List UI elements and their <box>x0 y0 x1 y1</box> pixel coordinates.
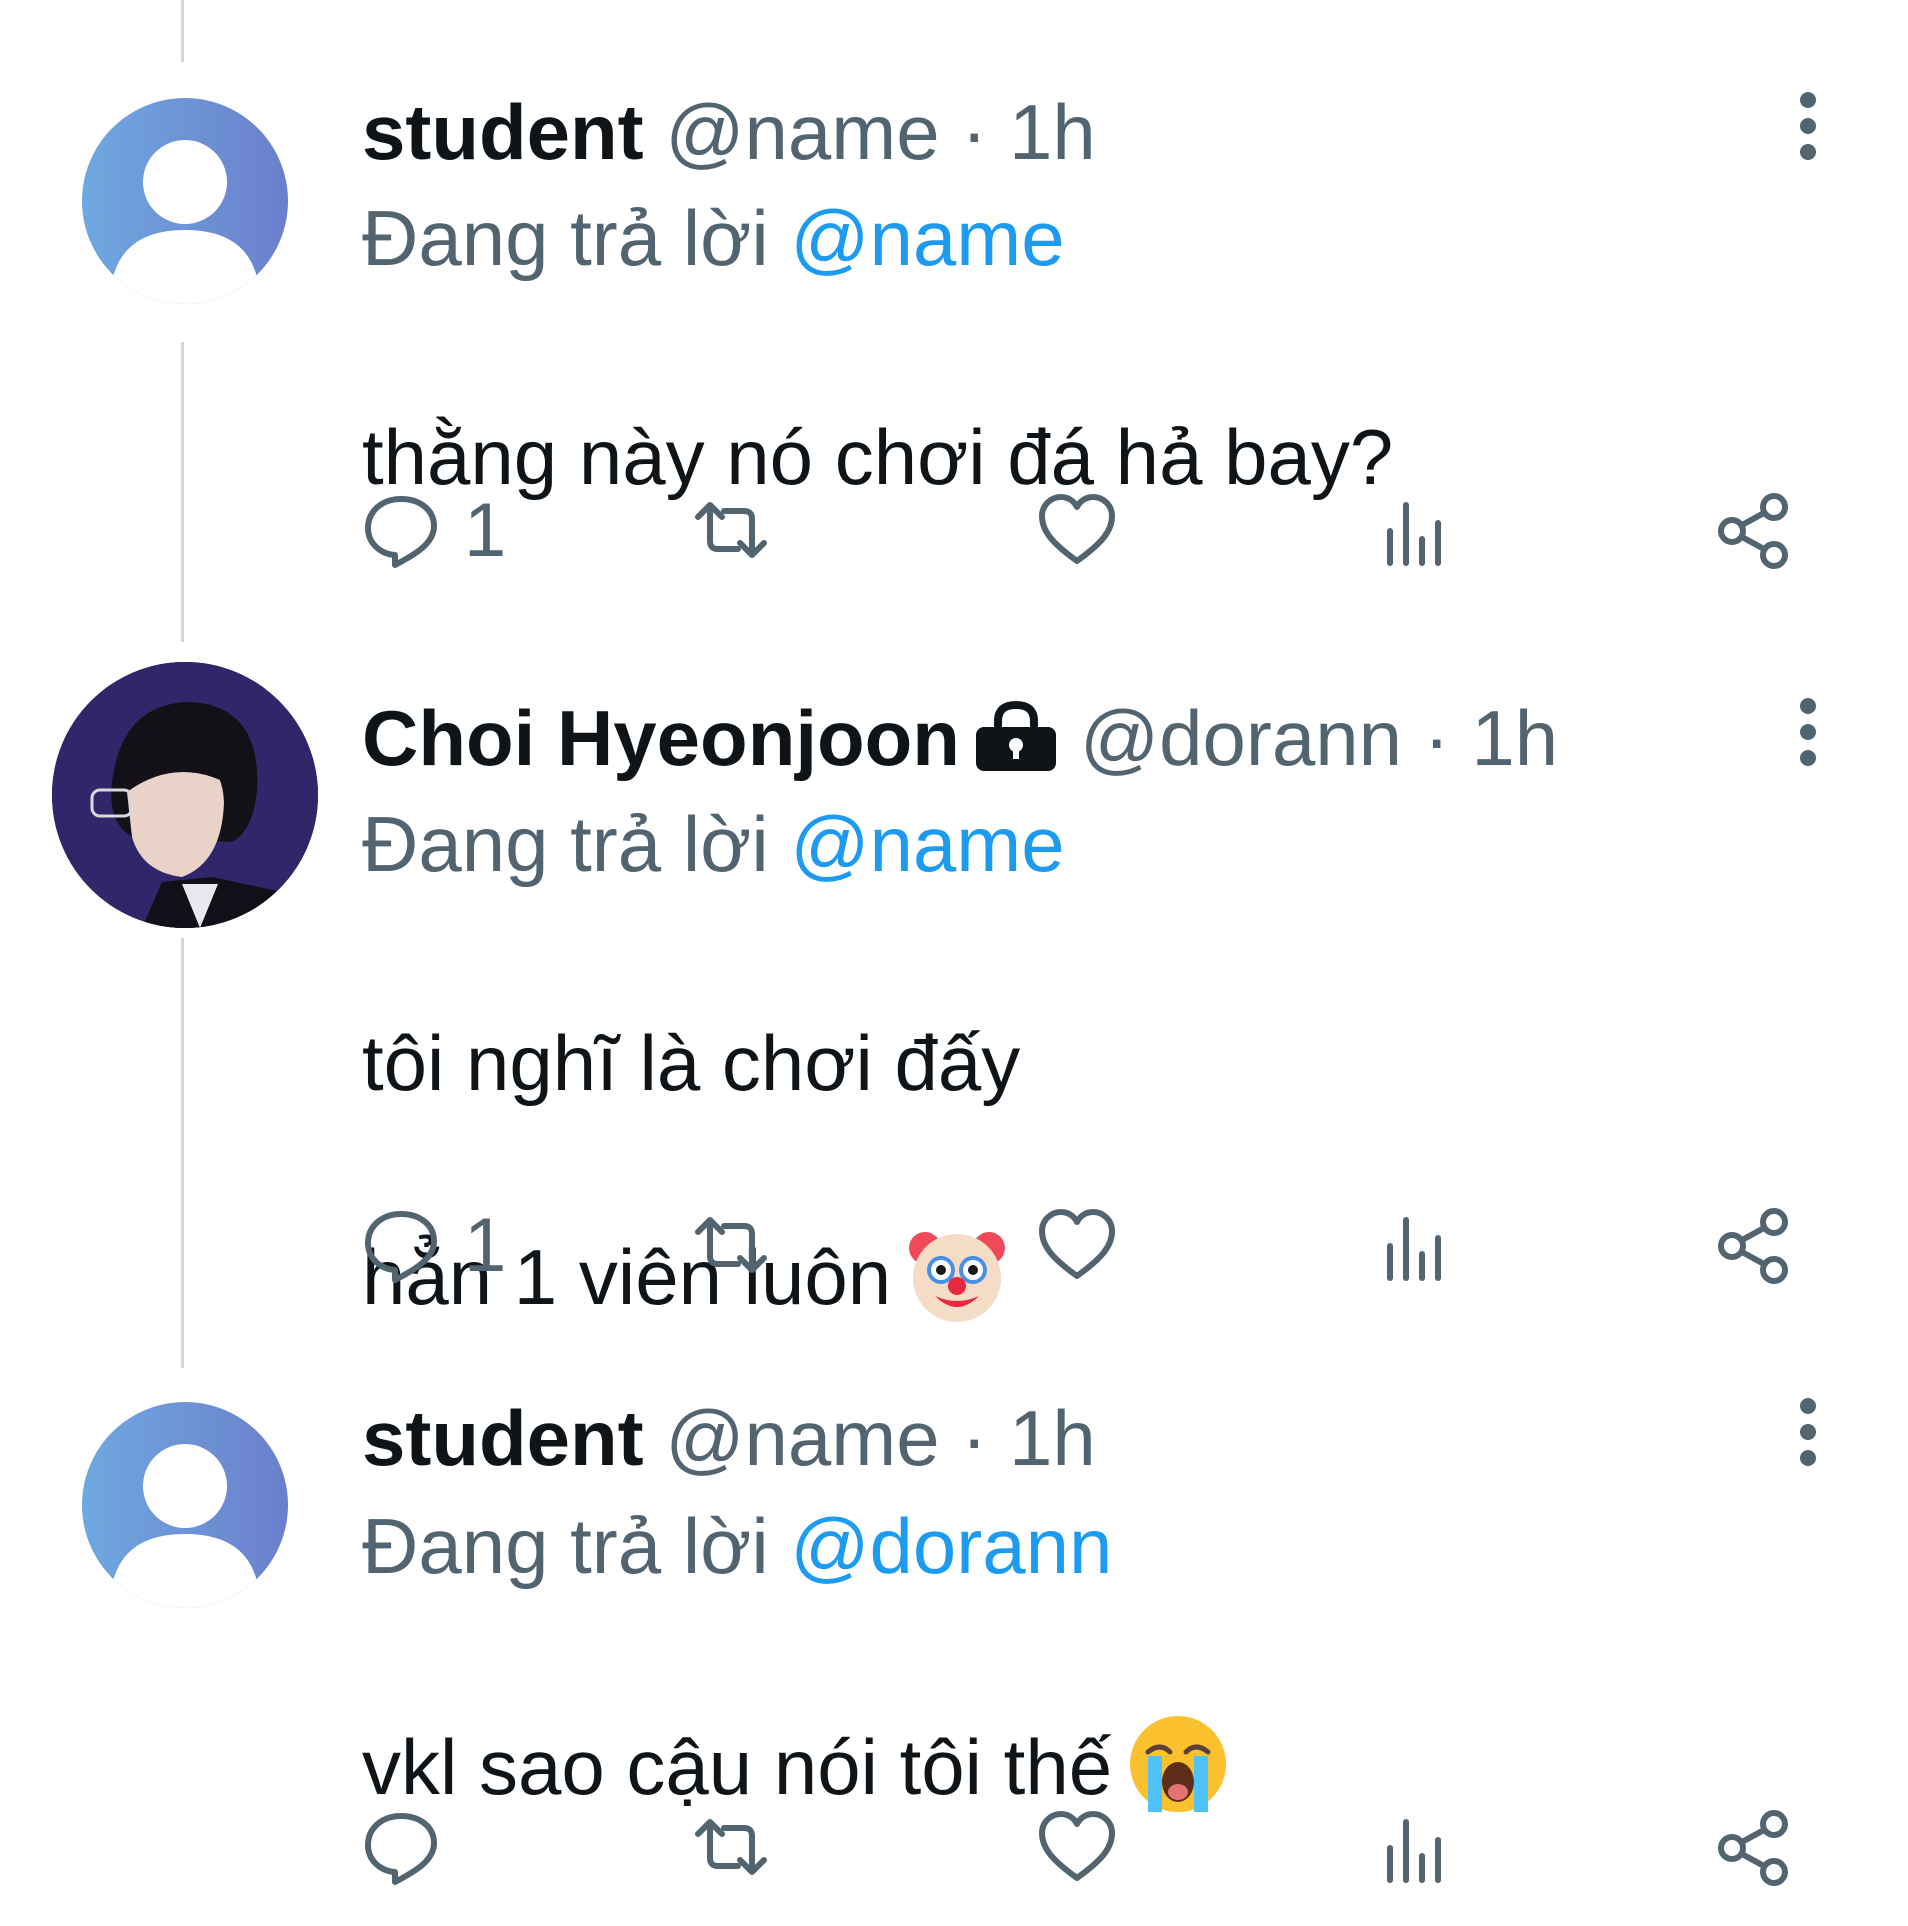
thread-line <box>181 0 184 62</box>
retweet-icon <box>695 1217 767 1273</box>
reply-count: 1 <box>464 487 507 573</box>
default-avatar-icon <box>110 1444 260 1608</box>
views-button[interactable] <box>1374 1200 1452 1290</box>
timestamp[interactable]: 1h <box>1471 694 1558 782</box>
mention-link[interactable]: @name <box>790 800 1064 888</box>
tweet-text: thằng này nó chơi đá hả bay? <box>362 298 1393 510</box>
replying-to-label: Đang trả lời <box>362 194 769 282</box>
user-handle[interactable]: @name <box>665 88 939 176</box>
reply-button[interactable] <box>362 1802 464 1892</box>
share-button[interactable] <box>1714 1802 1792 1892</box>
like-button[interactable] <box>1038 485 1116 575</box>
action-bar: 1 <box>362 1200 1802 1290</box>
lock-icon <box>975 701 1056 771</box>
like-icon <box>1039 1209 1115 1279</box>
user-handle[interactable]: @name <box>665 1394 939 1482</box>
mention-link[interactable]: @name <box>790 194 1064 282</box>
action-bar <box>362 1802 1802 1892</box>
reply-button[interactable]: 1 <box>362 485 506 575</box>
avatar[interactable] <box>82 98 288 304</box>
more-icon[interactable] <box>1783 86 1833 166</box>
avatar[interactable] <box>52 662 318 928</box>
reply-icon <box>365 1211 437 1283</box>
tweet-text-line: tôi nghĩ là chơi đấy <box>362 1019 1021 1107</box>
share-button[interactable] <box>1714 1200 1792 1290</box>
reply-icon <box>365 496 437 568</box>
more-icon[interactable] <box>1783 692 1833 772</box>
retweet-button[interactable] <box>692 485 770 575</box>
retweet-button[interactable] <box>692 1802 770 1892</box>
replying-to: Đang trả lời @dorann <box>362 1496 1112 1596</box>
tweet[interactable]: Choi Hyeonjoon @dorann · 1h Đang trả lời… <box>0 660 1908 1322</box>
default-avatar-icon <box>110 140 260 304</box>
share-icon <box>1718 1208 1788 1284</box>
retweet-icon <box>695 1819 767 1875</box>
tweet[interactable]: student @name · 1h Đang trả lời @name th… <box>0 80 1908 600</box>
views-button[interactable] <box>1374 485 1452 575</box>
like-icon <box>1039 494 1115 564</box>
profile-photo <box>52 662 318 928</box>
tweet-header: student @name · 1h <box>362 1388 1096 1488</box>
tweet-header: Choi Hyeonjoon @dorann · 1h <box>362 688 1558 788</box>
timestamp[interactable]: 1h <box>1009 1394 1096 1482</box>
retweet-button[interactable] <box>692 1200 770 1290</box>
share-icon <box>1718 493 1788 569</box>
retweet-icon <box>695 502 767 558</box>
like-icon <box>1039 1811 1115 1881</box>
loudly-crying-face-emoji <box>1130 1716 1227 1812</box>
mention-link[interactable]: @dorann <box>790 1502 1112 1590</box>
avatar[interactable] <box>82 1402 288 1608</box>
views-icon <box>1387 1819 1441 1883</box>
share-icon <box>1718 1810 1788 1886</box>
reply-button[interactable]: 1 <box>362 1200 506 1290</box>
user-handle[interactable]: @dorann <box>1080 694 1402 782</box>
tweet[interactable]: student @name · 1h Đang trả lời @dorann … <box>0 1384 1908 1920</box>
reply-icon <box>365 1813 437 1885</box>
tweet-text-content: vkl sao cậu nói tôi thế <box>362 1723 1113 1811</box>
separator-dot: · <box>961 1394 988 1482</box>
tweet-text: tôi nghĩ là chơi đấy hẳn 1 viên luôn <box>362 904 1020 1436</box>
views-icon <box>1387 502 1441 566</box>
display-name[interactable]: student <box>362 1394 644 1482</box>
display-name[interactable]: Choi Hyeonjoon <box>362 694 960 782</box>
replying-to: Đang trả lời @name <box>362 188 1065 288</box>
action-bar: 1 <box>362 485 1802 575</box>
timestamp[interactable]: 1h <box>1009 88 1096 176</box>
like-button[interactable] <box>1038 1802 1116 1892</box>
replying-to-label: Đang trả lời <box>362 800 769 888</box>
share-button[interactable] <box>1714 485 1792 575</box>
display-name[interactable]: student <box>362 88 644 176</box>
more-icon[interactable] <box>1783 1392 1833 1472</box>
like-button[interactable] <box>1038 1200 1116 1290</box>
tweet-header: student @name · 1h <box>362 82 1096 182</box>
views-button[interactable] <box>1374 1802 1452 1892</box>
reply-count: 1 <box>464 1202 507 1288</box>
replying-to: Đang trả lời @name <box>362 794 1065 894</box>
replying-to-label: Đang trả lời <box>362 1502 769 1590</box>
separator-dot: · <box>961 88 988 176</box>
separator-dot: · <box>1423 694 1450 782</box>
views-icon <box>1387 1217 1441 1281</box>
